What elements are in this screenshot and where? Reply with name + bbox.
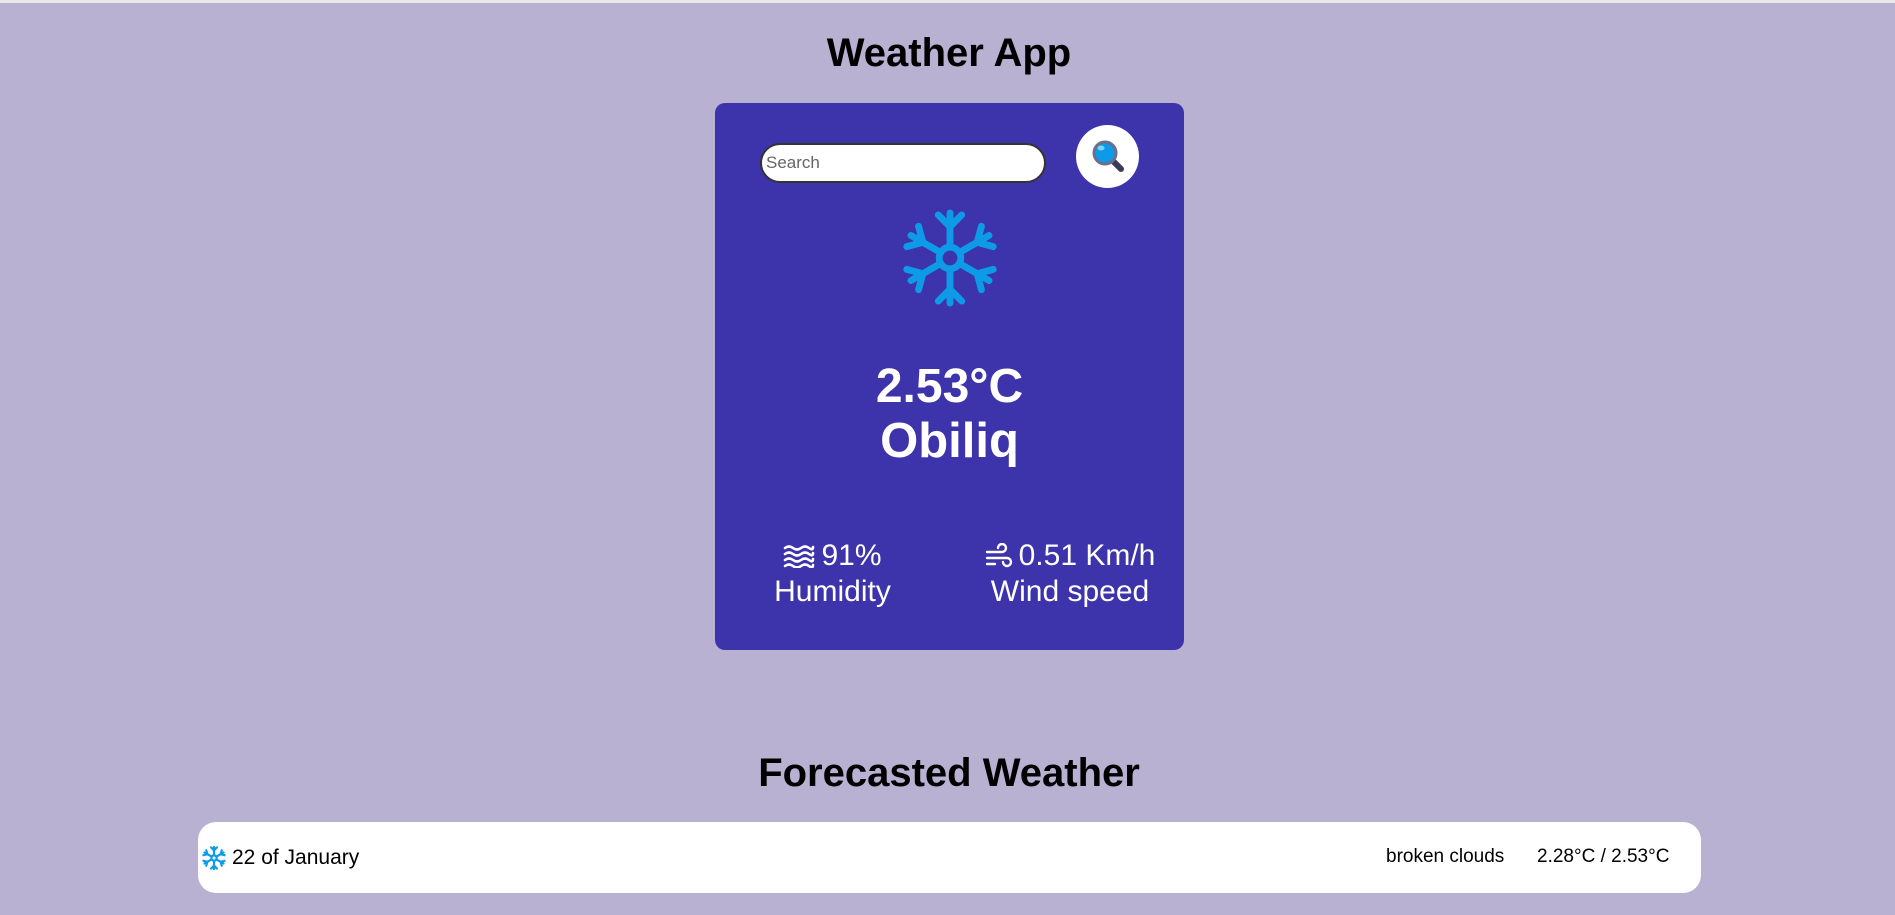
humidity-label: Humidity [774,575,891,608]
wind-label: Wind speed [990,575,1150,608]
forecast-date: 22 of January [232,846,360,869]
humidity-value: 91% [821,539,882,572]
current-weather-card: 2.53°C Obiliq 91% Humidity [715,103,1184,650]
search-icon [1092,140,1124,172]
forecast-list-item: 22 of January broken clouds 2.28°C / 2.5… [198,822,1701,893]
snowflake-icon [202,846,226,870]
wind-value: 0.51 Km/h [1018,539,1156,572]
wind-icon [985,543,1012,568]
forecast-description: broken clouds [1386,846,1505,867]
top-border [0,0,1895,3]
search-button[interactable] [1076,125,1139,188]
wind-stat: 0.51 Km/h Wind speed [975,538,1165,610]
forecast-title: Forecasted Weather [758,751,1140,795]
search-input[interactable] [760,143,1046,183]
snowflake-icon [901,209,999,307]
humidity-stat: 91% Humidity [760,538,905,610]
forecast-temperature-range: 2.28°C / 2.53°C [1537,846,1670,867]
city-name: Obiliq [880,414,1019,468]
page-title: Weather App [826,31,1072,75]
humidity-waves-icon [784,545,815,568]
current-temperature: 2.53°C [875,360,1024,413]
